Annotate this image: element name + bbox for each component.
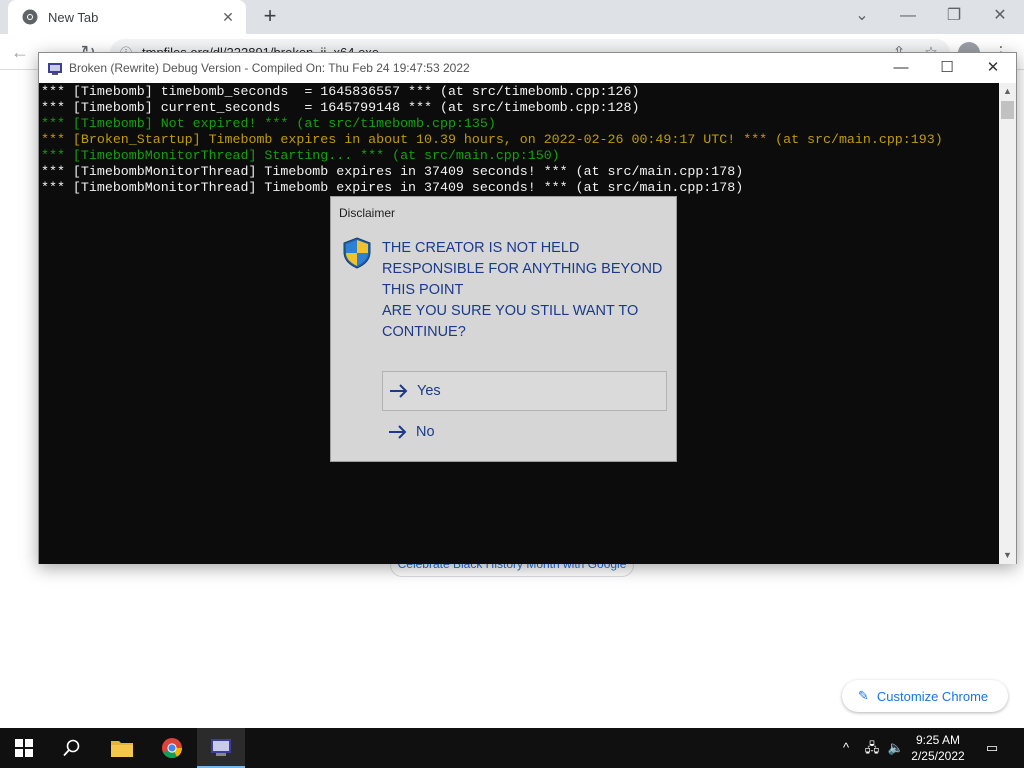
uac-shield-icon: [343, 237, 371, 269]
chrome-icon: [162, 738, 183, 759]
folder-icon: [111, 741, 133, 757]
taskbar: ^ 🖧 🔈 9:25 AM 2/25/2022 ▭: [0, 728, 1024, 768]
console-line: *** [Timebomb] timebomb_seconds = 164583…: [41, 84, 640, 99]
chrome-tabstrip: New Tab ✕ + ⌄ — ❐ ✕: [0, 0, 1024, 34]
new-tab-button[interactable]: +: [258, 5, 282, 29]
start-button[interactable]: [0, 728, 48, 768]
notifications-icon[interactable]: ▭: [982, 738, 1002, 758]
app-icon: [211, 739, 231, 756]
search-button[interactable]: [48, 728, 96, 768]
clock-date: 2/25/2022: [911, 749, 965, 763]
yes-button[interactable]: Yes: [382, 371, 667, 411]
chevron-up-icon[interactable]: ^: [836, 738, 856, 758]
chrome-taskbar-button[interactable]: [148, 728, 196, 768]
pencil-icon: ✎: [858, 688, 869, 703]
message-line: THIS POINT: [382, 282, 464, 298]
message-line: CONTINUE?: [382, 324, 466, 340]
system-clock[interactable]: 9:25 AM 2/25/2022: [904, 732, 972, 764]
console-app-taskbar-button[interactable]: [197, 728, 245, 768]
scroll-up-arrow-icon[interactable]: ▲: [999, 83, 1016, 100]
disclaimer-dialog: Disclaimer THE CREATOR IS NOT HELD RESPO…: [330, 196, 677, 462]
dialog-message: THE CREATOR IS NOT HELD RESPONSIBLE FOR …: [382, 238, 672, 343]
browser-restore-button[interactable]: ❐: [940, 4, 968, 28]
console-titlebar[interactable]: Broken (Rewrite) Debug Version - Compile…: [39, 53, 1016, 83]
console-line: *** [TimebombMonitorThread] Timebomb exp…: [41, 164, 744, 179]
tab-new-tab[interactable]: New Tab ✕: [8, 0, 246, 34]
scroll-thumb[interactable]: [1001, 101, 1014, 119]
console-line: *** [TimebombMonitorThread] Starting... …: [41, 148, 560, 163]
windows-logo-icon: [15, 739, 33, 757]
tab-title: New Tab: [48, 9, 99, 25]
arrow-right-icon: [389, 425, 407, 439]
arrow-right-icon: [390, 384, 408, 398]
file-explorer-button[interactable]: [98, 728, 146, 768]
message-line: ARE YOU SURE YOU STILL WANT TO: [382, 303, 639, 319]
volume-icon[interactable]: 🔈: [886, 738, 906, 758]
dialog-title: Disclaimer: [339, 206, 396, 220]
console-scrollbar[interactable]: ▲ ▼: [999, 83, 1016, 564]
yes-label: Yes: [417, 383, 441, 399]
tab-close-icon[interactable]: ✕: [220, 9, 236, 26]
no-label: No: [416, 424, 435, 440]
network-icon[interactable]: 🖧: [862, 738, 882, 758]
scroll-down-arrow-icon[interactable]: ▼: [999, 547, 1016, 564]
console-minimize-button[interactable]: —: [878, 53, 924, 83]
no-button[interactable]: No: [382, 412, 667, 452]
browser-close-button[interactable]: ✕: [986, 4, 1014, 28]
search-icon: [63, 739, 80, 757]
customize-chrome-label: Customize Chrome: [876, 688, 989, 704]
app-icon: [48, 63, 62, 75]
console-line: *** [Broken_Startup] Timebomb expires in…: [41, 132, 943, 147]
browser-minimize-button[interactable]: —: [894, 4, 922, 28]
clock-time: 9:25 AM: [915, 733, 961, 747]
back-arrow-icon[interactable]: ←: [8, 41, 32, 63]
message-line: THE CREATOR IS NOT HELD: [382, 240, 580, 256]
console-line: *** [TimebombMonitorThread] Timebomb exp…: [41, 180, 744, 195]
console-line: *** [Timebomb] current_seconds = 1645799…: [41, 100, 640, 115]
console-close-button[interactable]: ✕: [970, 53, 1016, 83]
message-line: RESPONSIBLE FOR ANYTHING BEYOND: [382, 261, 663, 277]
customize-chrome-button[interactable]: ✎ Customize Chrome: [842, 680, 1008, 712]
tab-search-icon[interactable]: ⌄: [848, 4, 876, 28]
console-title: Broken (Rewrite) Debug Version - Compile…: [69, 61, 470, 75]
console-maximize-button[interactable]: ☐: [924, 53, 970, 83]
console-line: *** [Timebomb] Not expired! *** (at src/…: [41, 116, 496, 131]
chrome-favicon-icon: [22, 9, 38, 25]
